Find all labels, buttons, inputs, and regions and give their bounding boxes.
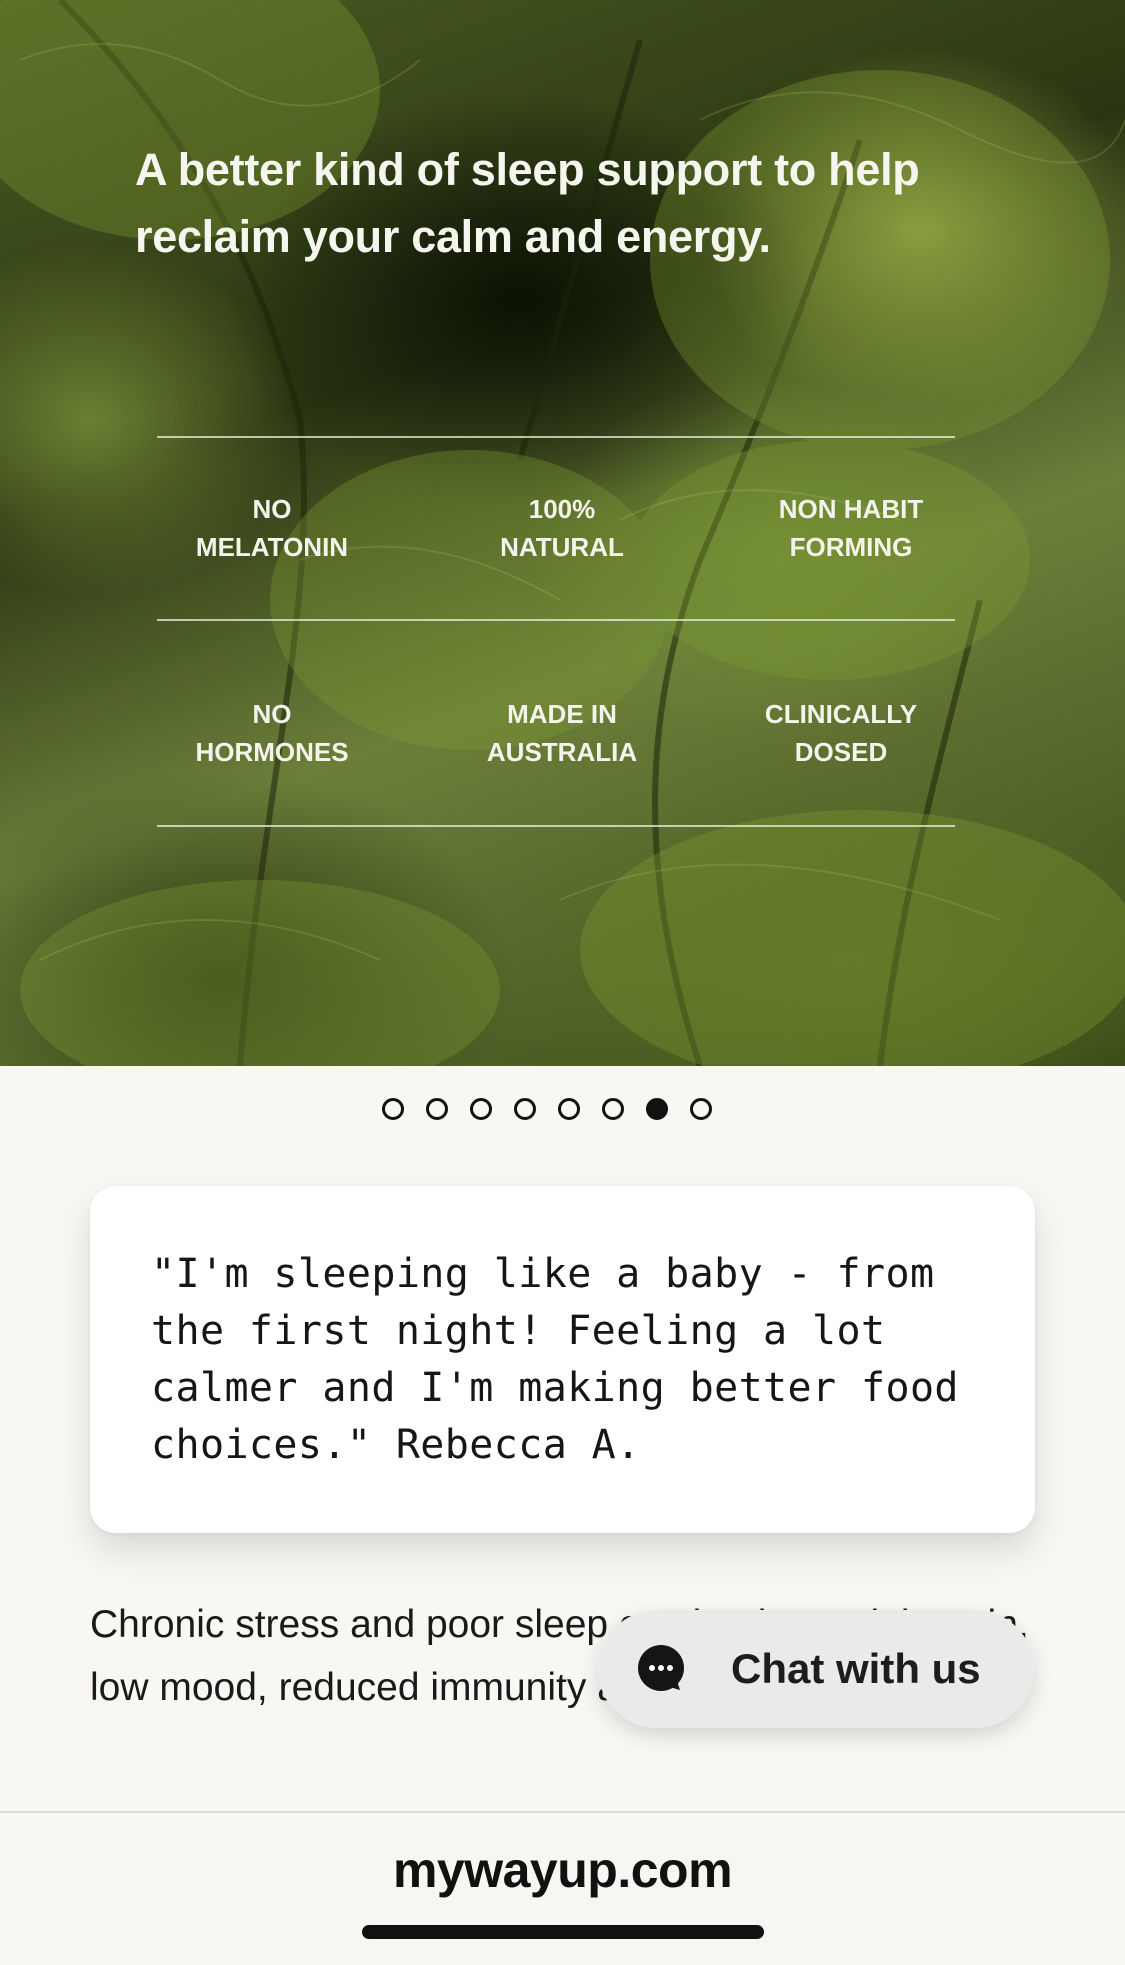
home-indicator[interactable] xyxy=(362,1925,764,1939)
carousel-pagination xyxy=(382,1098,712,1124)
testimonial-quote: "I'm sleeping like a baby - from the fir… xyxy=(151,1251,959,1468)
feature-divider xyxy=(157,436,955,438)
carousel-dot-4[interactable] xyxy=(514,1098,536,1120)
hero-headline: A better kind of sleep support to help r… xyxy=(135,144,920,262)
feature-natural: 100% NATURAL xyxy=(442,490,682,566)
feature-line: AUSTRALIA xyxy=(486,737,638,767)
feature-line: NO xyxy=(252,494,292,524)
carousel-dot-8[interactable] xyxy=(690,1098,712,1120)
browser-address-bar[interactable]: mywayup.com xyxy=(0,1811,1125,1965)
feature-no-hormones: NO HORMONES xyxy=(152,695,392,771)
carousel-dot-1[interactable] xyxy=(382,1098,404,1120)
testimonial-card: "I'm sleeping like a baby - from the fir… xyxy=(90,1186,1035,1533)
feature-line: MADE IN xyxy=(507,699,617,729)
chat-bubble-icon xyxy=(638,1645,684,1691)
feature-non-habit-forming: NON HABIT FORMING xyxy=(731,490,971,566)
feature-line: DOSED xyxy=(794,737,888,767)
url-text[interactable]: mywayup.com xyxy=(0,1841,1125,1899)
feature-made-in-australia: MADE IN AUSTRALIA xyxy=(442,695,682,771)
feature-clinically-dosed: CLINICALLY DOSED xyxy=(721,695,961,771)
carousel-dot-3[interactable] xyxy=(470,1098,492,1120)
feature-line: MELATONIN xyxy=(195,532,349,562)
feature-line: NATURAL xyxy=(500,532,624,562)
feature-line: NO xyxy=(252,699,292,729)
carousel-dot-7[interactable] xyxy=(646,1098,668,1120)
feature-line: NON HABIT xyxy=(778,494,924,524)
feature-no-melatonin: NO MELATONIN xyxy=(152,490,392,566)
feature-line: HORMONES xyxy=(195,737,349,767)
carousel-dot-6[interactable] xyxy=(602,1098,624,1120)
feature-line: FORMING xyxy=(789,532,913,562)
chat-with-us-button[interactable]: Chat with us xyxy=(598,1610,1034,1728)
feature-line: 100% xyxy=(528,494,596,524)
feature-line: CLINICALLY xyxy=(764,699,918,729)
carousel-dot-5[interactable] xyxy=(558,1098,580,1120)
feature-divider xyxy=(157,825,955,827)
hero-banner: A better kind of sleep support to help r… xyxy=(0,0,1125,1066)
feature-divider xyxy=(157,619,955,621)
chat-button-label: Chat with us xyxy=(731,1645,981,1692)
carousel-dot-2[interactable] xyxy=(426,1098,448,1120)
